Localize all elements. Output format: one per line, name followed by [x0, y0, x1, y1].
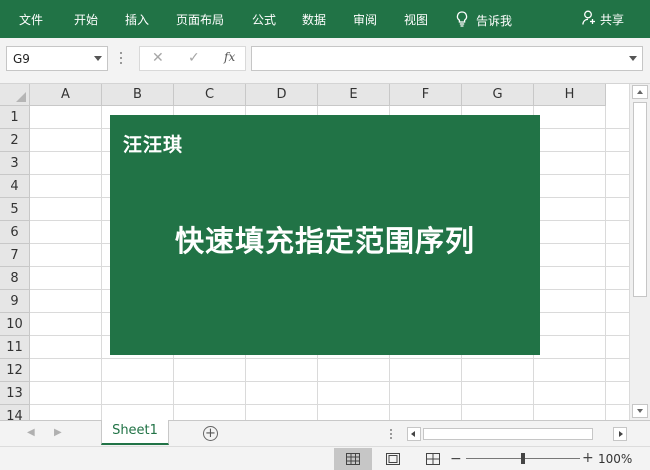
page-break-view-button[interactable]: [414, 448, 452, 470]
column-header[interactable]: G: [462, 84, 534, 106]
person-icon: [582, 10, 596, 28]
banner-shape[interactable]: 汪汪琪 快速填充指定范围序列: [110, 115, 540, 355]
tab-home[interactable]: 开始: [74, 11, 98, 28]
column-header[interactable]: H: [534, 84, 606, 106]
gridline: [30, 381, 629, 382]
share-button[interactable]: 共享: [582, 10, 624, 28]
page-layout-view-button[interactable]: [374, 448, 412, 470]
banner-title: 快速填充指定范围序列: [174, 224, 475, 258]
scroll-left-button[interactable]: [407, 427, 421, 441]
scroll-down-button[interactable]: [632, 404, 648, 418]
row-header[interactable]: 12: [0, 359, 30, 382]
column-header[interactable]: C: [174, 84, 246, 106]
page-layout-icon: [386, 453, 400, 465]
gridline: [101, 106, 102, 420]
formula-bar-area: G9 ✕ ✓ fx: [0, 38, 650, 84]
formula-controls: ✕ ✓ fx: [139, 46, 246, 71]
tab-split-handle[interactable]: [390, 429, 392, 441]
page-break-icon: [426, 453, 440, 465]
drag-handle[interactable]: [120, 52, 122, 64]
ribbon: 文件 开始 插入 页面布局 公式 数据 审阅 视图 告诉我 共享: [0, 0, 650, 38]
tab-view[interactable]: 视图: [404, 11, 428, 28]
arrow-up-icon: [637, 90, 643, 94]
status-bar: − + 100%: [0, 446, 650, 470]
row-header[interactable]: 6: [0, 221, 30, 244]
select-all-corner[interactable]: [0, 84, 30, 106]
zoom-slider-thumb[interactable]: [521, 453, 525, 464]
tab-page-layout[interactable]: 页面布局: [176, 11, 224, 28]
tell-me-label: 告诉我: [476, 14, 513, 28]
gridline: [605, 106, 606, 420]
column-header[interactable]: E: [318, 84, 390, 106]
zoom-level[interactable]: 100%: [598, 452, 632, 466]
row-header[interactable]: 3: [0, 152, 30, 175]
expand-formula-icon[interactable]: [629, 56, 637, 61]
tab-data[interactable]: 数据: [302, 11, 326, 28]
column-header[interactable]: F: [390, 84, 462, 106]
formula-input[interactable]: [251, 46, 643, 71]
insert-function-icon[interactable]: fx: [224, 50, 235, 64]
row-header[interactable]: 4: [0, 175, 30, 198]
add-sheet-icon[interactable]: +: [203, 426, 218, 441]
row-header[interactable]: 1: [0, 106, 30, 129]
gridline: [30, 404, 629, 405]
scroll-right-button[interactable]: [613, 427, 627, 441]
lightbulb-icon: [456, 11, 468, 30]
vertical-scroll-thumb[interactable]: [633, 102, 647, 297]
row-header[interactable]: 11: [0, 336, 30, 359]
tell-me-box[interactable]: 告诉我: [456, 11, 512, 30]
row-header[interactable]: 14: [0, 405, 30, 420]
row-header[interactable]: 13: [0, 382, 30, 405]
name-box-value: G9: [13, 52, 30, 66]
column-header[interactable]: D: [246, 84, 318, 106]
row-header[interactable]: 8: [0, 267, 30, 290]
tab-formulas[interactable]: 公式: [252, 11, 276, 28]
column-header[interactable]: B: [102, 84, 174, 106]
zoom-in-button[interactable]: +: [582, 450, 594, 466]
tab-insert[interactable]: 插入: [125, 11, 149, 28]
spreadsheet-grid[interactable]: A B C D E F G H 1 2 3 4 5 6 7 8 9 10 11 12 13 14 汪汪琪 快速填充指定范围…: [0, 84, 629, 420]
tab-file[interactable]: 文件: [19, 11, 43, 28]
sheet-tabs-bar: ◀ ▶ Sheet1 +: [0, 420, 650, 446]
horizontal-scrollbar[interactable]: [407, 427, 627, 441]
row-header[interactable]: 2: [0, 129, 30, 152]
grid-view-icon: [346, 453, 360, 465]
arrow-right-icon: [619, 431, 623, 437]
banner-author: 汪汪琪: [123, 134, 184, 156]
column-header[interactable]: A: [30, 84, 102, 106]
arrow-down-icon: [637, 409, 643, 413]
vertical-scrollbar[interactable]: [629, 84, 650, 420]
chevron-down-icon[interactable]: [94, 56, 102, 61]
row-header[interactable]: 10: [0, 313, 30, 336]
share-label: 共享: [600, 12, 625, 27]
normal-view-button[interactable]: [334, 448, 372, 470]
name-box[interactable]: G9: [6, 46, 108, 71]
cancel-icon[interactable]: ✕: [152, 50, 164, 66]
tab-review[interactable]: 审阅: [353, 11, 377, 28]
row-header[interactable]: 9: [0, 290, 30, 313]
sheet-tab-sheet1[interactable]: Sheet1: [101, 420, 169, 445]
gridline: [30, 358, 629, 359]
prev-sheet-icon[interactable]: ◀: [27, 427, 35, 438]
next-sheet-icon[interactable]: ▶: [54, 427, 62, 438]
enter-icon[interactable]: ✓: [188, 50, 200, 66]
row-header[interactable]: 5: [0, 198, 30, 221]
zoom-out-button[interactable]: −: [450, 451, 462, 467]
scroll-up-button[interactable]: [632, 85, 648, 99]
horizontal-scroll-thumb[interactable]: [423, 428, 593, 440]
arrow-left-icon: [411, 431, 415, 437]
row-header[interactable]: 7: [0, 244, 30, 267]
